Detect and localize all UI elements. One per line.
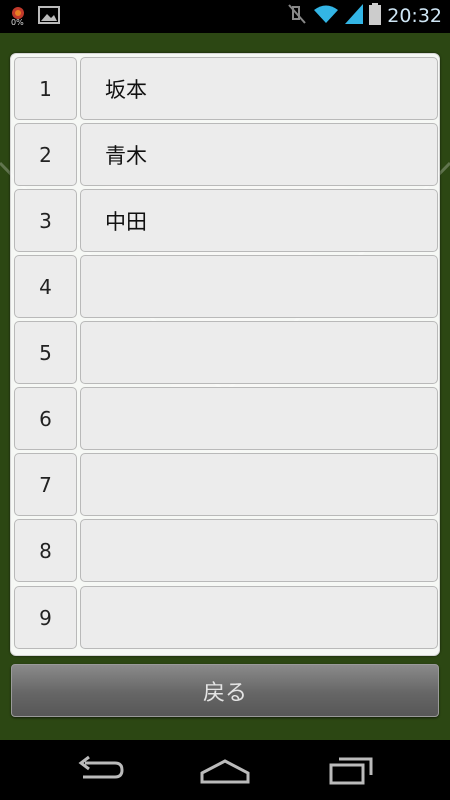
- battery-icon: [369, 3, 382, 29]
- player-name-button[interactable]: 青木: [80, 123, 438, 186]
- clock: 20:32: [387, 5, 442, 27]
- batting-order-row: 4: [14, 255, 438, 318]
- batting-order-row: 9: [14, 586, 438, 649]
- home-nav-icon[interactable]: [198, 755, 252, 789]
- battery-saver-icon: 0%: [10, 5, 26, 29]
- batting-order-row: 3 中田: [14, 189, 438, 252]
- order-number-button[interactable]: 5: [14, 321, 77, 384]
- player-name-button[interactable]: [80, 586, 438, 649]
- batting-order-row: 1 坂本: [14, 57, 438, 120]
- navigation-bar: [0, 740, 450, 800]
- order-number-button[interactable]: 4: [14, 255, 77, 318]
- player-name-button[interactable]: [80, 519, 438, 582]
- batting-order-row: 5: [14, 321, 438, 384]
- order-number-button[interactable]: 9: [14, 586, 77, 649]
- batting-order-row: 8: [14, 519, 438, 582]
- back-nav-icon[interactable]: [75, 755, 125, 789]
- order-number-button[interactable]: 6: [14, 387, 77, 450]
- player-name-button[interactable]: [80, 387, 438, 450]
- wifi-icon: [313, 4, 339, 28]
- player-name-button[interactable]: [80, 255, 438, 318]
- order-number-button[interactable]: 1: [14, 57, 77, 120]
- signal-icon: [345, 4, 364, 28]
- order-number-button[interactable]: 3: [14, 189, 77, 252]
- image-icon: [38, 6, 60, 28]
- batting-order-row: 7: [14, 453, 438, 516]
- player-name-button[interactable]: [80, 321, 438, 384]
- app-screen: 1 坂本 2 青木 3 中田 4 5 6 7 8 9 戻る: [0, 33, 450, 740]
- batting-order-row: 2 青木: [14, 123, 438, 186]
- back-button[interactable]: 戻る: [11, 664, 439, 717]
- player-name-button[interactable]: 中田: [80, 189, 438, 252]
- order-number-button[interactable]: 2: [14, 123, 77, 186]
- recent-apps-nav-icon[interactable]: [327, 755, 375, 789]
- player-name-button[interactable]: [80, 453, 438, 516]
- batting-order-panel: 1 坂本 2 青木 3 中田 4 5 6 7 8 9: [10, 53, 440, 656]
- order-number-button[interactable]: 7: [14, 453, 77, 516]
- battery-percent-label: 0%: [11, 18, 24, 27]
- player-name-button[interactable]: 坂本: [80, 57, 438, 120]
- status-bar: 0% 20:32: [0, 0, 450, 33]
- mute-icon: [287, 3, 307, 29]
- order-number-button[interactable]: 8: [14, 519, 77, 582]
- batting-order-row: 6: [14, 387, 438, 450]
